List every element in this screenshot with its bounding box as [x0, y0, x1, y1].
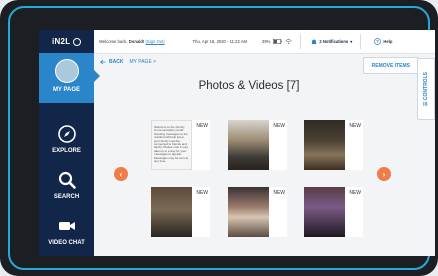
nav-search[interactable]: SEARCH — [39, 164, 94, 206]
breadcrumb[interactable]: MY PAGE > — [129, 59, 156, 65]
avatar — [54, 59, 79, 83]
chevron-down-icon: ▾ — [350, 39, 353, 44]
photo-thumbnail — [151, 187, 192, 237]
nav-my-page[interactable]: MY PAGE — [39, 53, 100, 103]
media-thumbnail — [151, 187, 192, 237]
back-label: BACK — [109, 58, 124, 65]
next-page-button[interactable]: › — [377, 167, 391, 181]
divider — [360, 34, 362, 49]
previous-page-button[interactable]: ‹ — [114, 167, 128, 181]
nav-my-page-label: MY PAGE — [52, 87, 81, 93]
help-button[interactable]: ? Help — [374, 38, 392, 45]
sign-out-link[interactable]: (Sign Out) — [146, 39, 165, 44]
new-badge: NEW — [349, 123, 361, 129]
back-button[interactable]: BACK — [100, 59, 123, 65]
media-thumbnail — [228, 120, 269, 170]
nav-search-label: SEARCH — [53, 194, 80, 200]
arrow-left-icon — [100, 59, 106, 64]
battery-percent: 39% — [262, 39, 271, 44]
svg-text:?: ? — [376, 39, 379, 44]
controls-tab[interactable]: ☰ CONTROLS — [417, 58, 435, 120]
app-screen: iN2L MY PAGE EXPLORE SEARCH VIDEO CHAT W… — [39, 30, 435, 256]
media-thumbnail — [228, 187, 269, 237]
photo-thumbnail — [304, 120, 345, 170]
welcome-text: Welcome back, Donald! (Sign Out) — [99, 39, 165, 44]
nav-explore[interactable]: EXPLORE — [39, 118, 94, 160]
notifications-button[interactable]: 2 Notifications ▾ — [311, 39, 352, 45]
media-thumbnail — [304, 120, 345, 170]
nav-video-chat[interactable]: VIDEO CHAT — [39, 210, 94, 256]
photo-thumbnail — [304, 187, 345, 237]
nav-explore-label: EXPLORE — [52, 148, 81, 154]
new-badge: NEW — [273, 123, 285, 129]
datetime: Thu, Apr 16, 2020 - 11:22 AM — [192, 39, 247, 44]
media-tile[interactable]: NEW — [228, 120, 287, 170]
media-tile[interactable]: NEW — [304, 187, 363, 237]
top-bar: Welcome back, Donald! (Sign Out) Thu, Ap… — [94, 30, 435, 54]
compass-icon — [57, 125, 76, 143]
controls-label: ☰ CONTROLS — [423, 72, 429, 106]
tablet-frame: iN2L MY PAGE EXPLORE SEARCH VIDEO CHAT W… — [0, 0, 438, 276]
new-badge: NEW — [273, 190, 285, 196]
sub-bar: BACK MY PAGE > REMOVE ITEMS — [94, 53, 426, 74]
media-tile[interactable]: NEW — [304, 120, 363, 170]
new-badge: NEW — [196, 190, 208, 196]
video-camera-icon — [58, 222, 75, 230]
remove-items-button[interactable]: REMOVE ITEMS — [362, 57, 419, 74]
bell-icon — [311, 39, 317, 44]
search-icon — [58, 171, 76, 189]
media-tile[interactable]: Welcome to the Family Communication port… — [151, 120, 210, 170]
user-name: Donald! — [128, 39, 145, 44]
new-badge: NEW — [349, 190, 361, 196]
chevron-left-icon: ‹ — [119, 169, 123, 179]
wifi-icon — [285, 39, 293, 44]
notifications-label: 2 Notifications — [319, 39, 349, 44]
photo-thumbnail — [228, 187, 269, 237]
brand-logo: iN2L — [39, 30, 94, 53]
help-label: Help — [383, 39, 393, 44]
new-badge: NEW — [196, 123, 208, 129]
divider — [300, 34, 302, 49]
page-title: Photos & Videos [7] — [198, 80, 300, 92]
sidebar: iN2L MY PAGE EXPLORE SEARCH VIDEO CHAT — [39, 30, 100, 256]
photo-thumbnail — [228, 120, 269, 170]
media-thumbnail — [304, 187, 345, 237]
chevron-right-icon: › — [382, 169, 386, 179]
help-icon: ? — [374, 38, 382, 45]
media-thumbnail: Welcome to the Family Communication port… — [151, 120, 192, 170]
media-tile[interactable]: NEW — [151, 187, 210, 237]
nav-video-chat-label: VIDEO CHAT — [48, 240, 85, 246]
battery-icon — [273, 39, 283, 44]
note-text: Welcome to the Family Communication port… — [154, 125, 189, 164]
media-tile[interactable]: NEW — [228, 187, 287, 237]
status-indicators: 39% — [262, 39, 293, 44]
